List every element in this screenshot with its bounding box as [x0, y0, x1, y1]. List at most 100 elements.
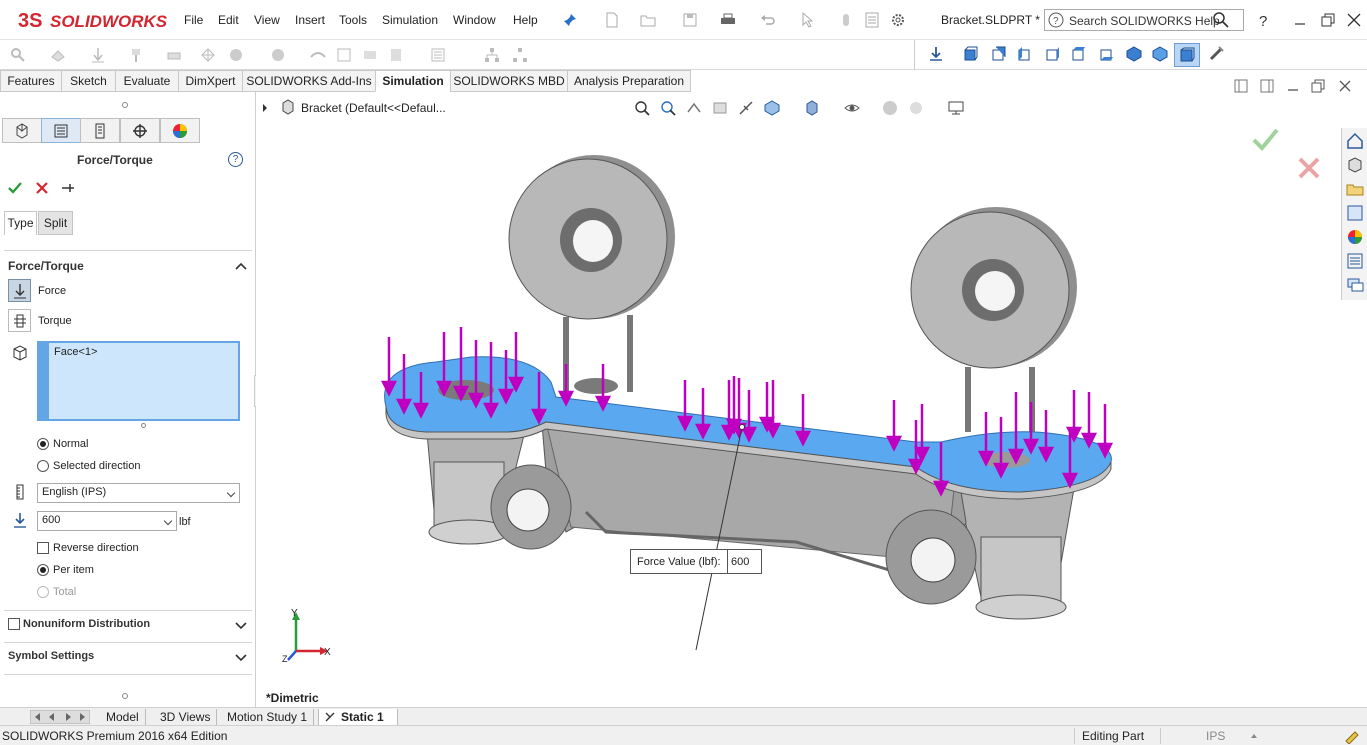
include-image-icon[interactable]	[430, 47, 446, 63]
tab-3d-views[interactable]: 3D Views	[154, 709, 218, 725]
appearances-scenes-icon[interactable]	[1346, 228, 1364, 246]
symbol-settings-section-header[interactable]: Symbol Settings	[8, 650, 94, 662]
reverse-direction-checkbox[interactable]	[37, 542, 49, 554]
trend-tracker-icon[interactable]	[512, 47, 528, 63]
restore-document-icon[interactable]	[1310, 78, 1326, 94]
forum-icon[interactable]	[1346, 276, 1364, 294]
tab-simulation[interactable]: Simulation	[375, 70, 451, 92]
menu-file[interactable]: File	[184, 13, 203, 27]
menu-edit[interactable]: Edit	[218, 13, 239, 27]
open-folder-icon[interactable]	[640, 12, 656, 28]
hide-show-items-icon[interactable]	[844, 100, 860, 116]
nonuniform-checkbox[interactable]	[8, 618, 20, 630]
expand-chevron-down-icon[interactable]	[233, 649, 249, 665]
view-palette-icon[interactable]	[1346, 204, 1364, 222]
print-icon[interactable]	[720, 12, 736, 28]
compare-results-icon[interactable]	[336, 47, 352, 63]
tile-left-icon[interactable]	[1233, 78, 1249, 94]
deformed-result-icon[interactable]	[310, 47, 326, 63]
section-view-icon[interactable]	[712, 100, 728, 116]
edit-appearance-icon[interactable]	[882, 100, 898, 116]
dimxpert-manager-tab[interactable]	[120, 118, 160, 143]
display-manager-tab[interactable]	[160, 118, 200, 143]
file-properties-icon[interactable]	[864, 12, 880, 28]
force-type-button[interactable]	[8, 279, 31, 302]
graphics-area[interactable]: Bracket (Default<<Defaul... Force Value …	[256, 92, 1367, 707]
connections-icon[interactable]	[166, 47, 182, 63]
apply-scene-icon[interactable]	[908, 100, 924, 116]
file-explorer-icon[interactable]	[1346, 180, 1364, 198]
tab-evaluate[interactable]: Evaluate	[115, 70, 179, 92]
tab-analysis-preparation[interactable]: Analysis Preparation	[567, 70, 691, 92]
confirm-cancel-icon[interactable]	[1296, 155, 1322, 181]
direction-selected-radio[interactable]	[37, 460, 49, 472]
tab-motion-study-1[interactable]: Motion Study 1	[221, 709, 315, 725]
tab-static-1-container[interactable]: Static 1	[318, 709, 398, 725]
design-library-icon[interactable]	[1346, 156, 1364, 174]
menu-view[interactable]: View	[254, 13, 280, 27]
chevron-down-icon[interactable]	[163, 516, 173, 526]
menu-simulation[interactable]: Simulation	[382, 13, 438, 27]
face-selection-box[interactable]: Face<1>	[37, 341, 240, 421]
panel-bottom-handle[interactable]	[122, 693, 128, 699]
view-settings-icon[interactable]	[948, 100, 964, 116]
help-button[interactable]: ?	[228, 152, 243, 167]
rebuild-icon[interactable]	[838, 12, 854, 28]
view-orientation-heads-up-icon[interactable]	[764, 100, 780, 116]
confirm-ok-icon[interactable]	[1250, 124, 1280, 154]
new-document-icon[interactable]	[604, 12, 620, 28]
pin-icon[interactable]	[562, 12, 578, 28]
close-window-icon[interactable]	[1346, 12, 1362, 28]
property-manager-tab[interactable]	[41, 118, 81, 143]
view-trimetric-icon[interactable]	[1152, 46, 1168, 62]
units-chevron-up-icon[interactable]	[1250, 732, 1258, 740]
results-advisor-icon[interactable]	[270, 47, 286, 63]
pushpin-icon[interactable]	[60, 180, 76, 196]
custom-properties-icon[interactable]	[1346, 252, 1364, 270]
dynamic-annotation-icon[interactable]	[738, 100, 754, 116]
force-torque-section-header[interactable]: Force/Torque	[8, 259, 84, 273]
menu-insert[interactable]: Insert	[295, 13, 325, 27]
view-bottom-icon[interactable]	[1098, 46, 1114, 62]
home-icon[interactable]	[1346, 132, 1364, 150]
mesh-icon[interactable]	[200, 47, 216, 63]
tab-dimxpert[interactable]: DimXpert	[178, 70, 243, 92]
search-icon[interactable]	[1213, 12, 1229, 28]
previous-view-icon[interactable]	[686, 100, 702, 116]
menu-window[interactable]: Window	[453, 13, 496, 27]
minimize-window-icon[interactable]	[1292, 12, 1308, 28]
per-item-radio[interactable]	[37, 564, 49, 576]
direction-normal-radio[interactable]	[37, 438, 49, 450]
menu-help[interactable]: Help	[513, 13, 538, 27]
tab-solidworks-add-ins[interactable]: SOLIDWORKS Add-Ins	[242, 70, 376, 92]
bracket-model-view[interactable]	[356, 142, 1236, 682]
feature-tree-root[interactable]: Bracket (Default<<Defaul...	[301, 101, 446, 115]
collapse-chevron-up-icon[interactable]	[233, 258, 249, 274]
external-loads-icon[interactable]	[128, 47, 144, 63]
list-resize-handle[interactable]	[141, 423, 146, 428]
tab-features[interactable]: Features	[0, 70, 62, 92]
configuration-manager-tab[interactable]	[80, 118, 120, 143]
view-orientation-icon[interactable]	[928, 46, 944, 62]
tree-expand-arrow-icon[interactable]	[260, 100, 270, 116]
undo-icon[interactable]	[760, 12, 776, 28]
force-value-callout[interactable]: Force Value (lbf): 600	[630, 549, 762, 574]
subtab-type[interactable]: Type	[4, 211, 37, 235]
design-study-icon[interactable]	[484, 47, 500, 63]
view-isometric-icon[interactable]	[1126, 46, 1142, 62]
minimize-document-icon[interactable]	[1285, 78, 1301, 94]
view-dimetric-button[interactable]	[1174, 43, 1200, 67]
normal-to-icon[interactable]	[1208, 46, 1224, 62]
close-document-icon[interactable]	[1337, 78, 1353, 94]
apply-material-icon[interactable]	[50, 47, 66, 63]
simulation-study-icon[interactable]	[10, 47, 26, 63]
rebuild-status-icon[interactable]	[1344, 728, 1360, 744]
panel-resize-handle[interactable]	[122, 102, 128, 108]
select-arrow-icon[interactable]	[800, 12, 816, 28]
force-value-input[interactable]: 600	[37, 511, 177, 531]
feature-manager-tab[interactable]	[2, 118, 42, 143]
subtab-split[interactable]: Split	[38, 211, 73, 235]
help-search-field[interactable]: ? Search SOLIDWORKS Help	[1044, 9, 1244, 31]
fixtures-icon[interactable]	[90, 47, 106, 63]
report-icon[interactable]	[388, 47, 404, 63]
